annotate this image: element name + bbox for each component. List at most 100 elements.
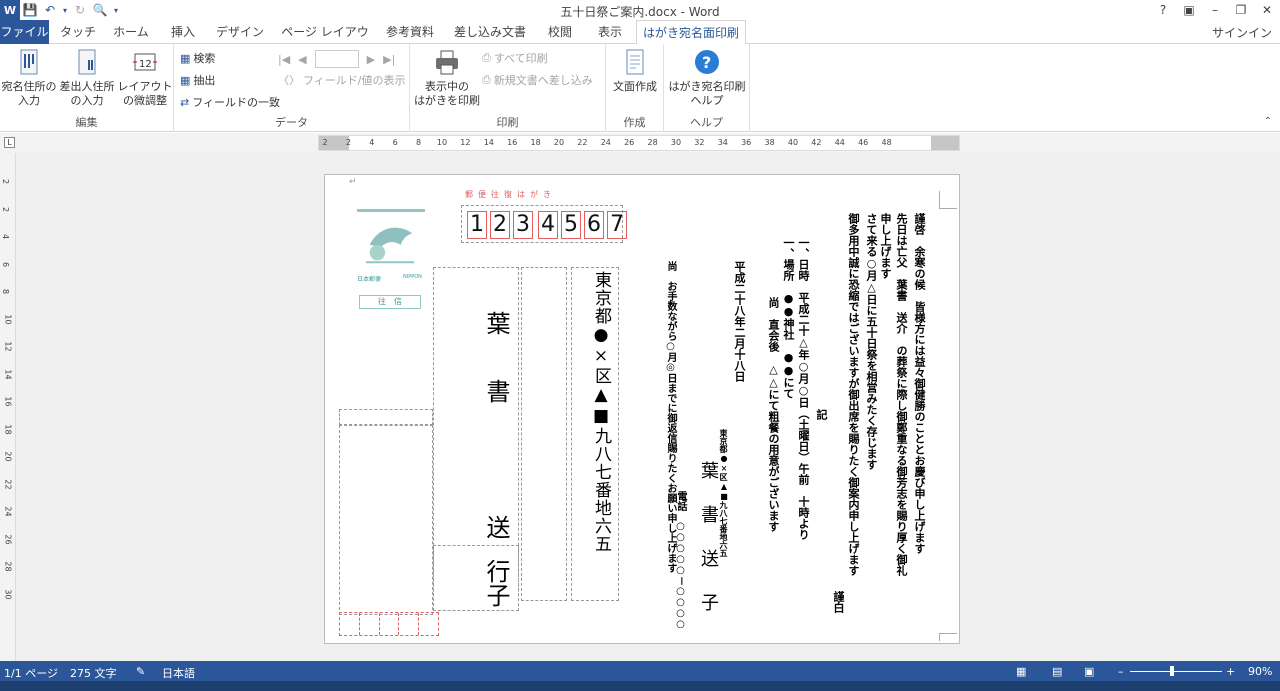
print-shown-label: 表示中の はがきを印刷 bbox=[414, 80, 480, 107]
ribbon-tabs: ファイル タッチ ホーム 挿入 デザイン ページ レイアウト 参考資料 差し込み… bbox=[0, 20, 1280, 63]
tab-design[interactable]: デザイン bbox=[212, 20, 268, 44]
sender-input-button[interactable]: 差出人住所 の入力 bbox=[58, 48, 116, 108]
print-all-button[interactable]: ⎙ すべて印刷 bbox=[482, 50, 548, 66]
vertical-ruler[interactable]: 2 2 4 6 8 10 12 14 16 18 20 22 24 26 28 30 bbox=[0, 153, 16, 661]
ruler-tick: 30 bbox=[3, 588, 13, 600]
letter-sender-name: 葉 書 送 子 bbox=[698, 461, 719, 615]
signin-link[interactable]: サインイン bbox=[1212, 24, 1272, 41]
web-layout-icon[interactable]: ▣ bbox=[1084, 665, 1094, 678]
postcard-stamp: 日本郵便 NIPPON bbox=[357, 209, 425, 283]
tab-touch[interactable]: タッチ bbox=[58, 20, 98, 44]
tab-page-layout[interactable]: ページ レイアウト bbox=[278, 20, 372, 63]
record-navigation: |◀ ◀ ▶ ▶| bbox=[278, 50, 395, 68]
document-page[interactable]: 日本郵便 NIPPON 往 信 郵便往復はがき 1234567 葉 書 送 子 … bbox=[324, 174, 960, 644]
ribbon-display-options-icon[interactable]: ▣ bbox=[1176, 0, 1202, 20]
search-button[interactable]: ▦ 検索 bbox=[180, 50, 215, 66]
create-text-button[interactable]: 文面作成 bbox=[606, 48, 664, 94]
word-count[interactable]: 275 文字 bbox=[70, 665, 117, 681]
sender-frame bbox=[339, 425, 433, 615]
ruler-tick: 24 bbox=[600, 138, 611, 147]
tab-postcard-print[interactable]: はがき宛名面印刷 bbox=[636, 20, 746, 45]
tab-selector[interactable]: L bbox=[4, 137, 15, 148]
ruler-right-margin bbox=[931, 136, 959, 150]
letter-col-3: 申し上げます bbox=[879, 213, 892, 279]
ruler-tick: 2 bbox=[1, 206, 11, 212]
group-print: 表示中の はがきを印刷 ⎙ すべて印刷 ⎙ 新規文書へ差し込み 印刷 bbox=[410, 44, 606, 132]
tab-mailings[interactable]: 差し込み文書 bbox=[450, 20, 530, 44]
ruler-tick: 46 bbox=[858, 138, 869, 147]
taskbar bbox=[0, 681, 1280, 691]
zoom-slider[interactable] bbox=[1130, 666, 1222, 676]
language[interactable]: 日本語 bbox=[162, 665, 195, 681]
minimize-icon[interactable]: – bbox=[1202, 0, 1228, 20]
print-all-icon: ⎙ bbox=[482, 51, 491, 64]
ruler-tick: 22 bbox=[3, 478, 13, 490]
letter-item-3: 尚 直会後 △△にて粗餐の用意がございます bbox=[767, 297, 780, 532]
group-help-label: ヘルプ bbox=[690, 116, 723, 129]
postal-digit-box: 2 bbox=[490, 211, 510, 239]
layout-adjust-button[interactable]: 12 レイアウト の微調整 bbox=[116, 48, 174, 108]
tab-view[interactable]: 表示 bbox=[590, 20, 630, 44]
ruler-tick: 12 bbox=[3, 341, 13, 352]
print-layout-icon[interactable]: ▤ bbox=[1052, 665, 1062, 678]
group-print-label: 印刷 bbox=[496, 116, 519, 129]
postal-digit-box: 1 bbox=[467, 211, 487, 239]
read-mode-icon[interactable]: ▦ bbox=[1016, 665, 1026, 678]
last-record-icon[interactable]: ▶| bbox=[383, 53, 395, 66]
help-icon[interactable]: ? bbox=[1150, 0, 1176, 20]
group-data-label: データ bbox=[275, 116, 308, 129]
horizontal-ruler[interactable]: 2 2 4 6 8 10 12 14 16 18 20 22 24 26 28 30 32 34 36 38 40 42 4… bbox=[318, 135, 960, 151]
letter-col-2: 先日は亡父 葉書 送介 の葬祭に際し御鄭重なる御芳志を賜り厚く御礼 bbox=[895, 213, 908, 576]
tab-insert[interactable]: 挿入 bbox=[164, 20, 202, 44]
postcard-help-button[interactable]: ? はがき宛名印刷 ヘルプ bbox=[664, 48, 750, 108]
ruler-tick: 38 bbox=[764, 138, 775, 147]
merge-doc-icon: ⎙ bbox=[482, 73, 491, 86]
first-record-icon[interactable]: |◀ bbox=[278, 53, 290, 66]
print-shown-button[interactable]: 表示中の はがきを印刷 bbox=[412, 48, 482, 108]
zoom-in-icon[interactable]: + bbox=[1226, 665, 1235, 678]
field-match-label: フィールドの一致 bbox=[192, 96, 280, 109]
collapse-ribbon-icon[interactable]: ⌃ bbox=[1264, 116, 1272, 127]
zoom-out-icon[interactable]: – bbox=[1118, 665, 1124, 678]
record-number-input[interactable] bbox=[314, 50, 359, 68]
tab-file[interactable]: ファイル bbox=[0, 20, 49, 44]
close-icon[interactable]: ✕ bbox=[1254, 0, 1280, 20]
zoom-level[interactable]: 90% bbox=[1248, 665, 1272, 678]
page-count[interactable]: 1/1 ページ bbox=[4, 665, 58, 681]
extract-button[interactable]: ▦ 抽出 bbox=[180, 72, 215, 88]
zoom-slider-thumb[interactable] bbox=[1170, 666, 1174, 676]
page-corner-mark bbox=[939, 191, 957, 209]
addr-input-label: 宛名住所の 入力 bbox=[1, 80, 57, 107]
ruler-tick: 12 bbox=[460, 138, 471, 147]
ruler-tick: 48 bbox=[881, 138, 892, 147]
addr-input-button[interactable]: 宛名住所の 入力 bbox=[0, 48, 58, 108]
group-data: ▦ 検索 ▦ 抽出 ⇄ フィールドの一致 |◀ ◀ ▶ ▶| 〈〉 フィールド/値の表示… bbox=[174, 44, 410, 132]
search-label: 検索 bbox=[193, 52, 216, 65]
letter-date: 平成二十八年二月十八日 bbox=[733, 261, 746, 382]
postal-digit-box: 7 bbox=[607, 211, 627, 239]
stamp-brand: 日本郵便 bbox=[357, 276, 382, 283]
tab-references[interactable]: 参考資料 bbox=[380, 20, 440, 44]
paragraph-mark: ↵ bbox=[349, 177, 357, 187]
prev-record-icon[interactable]: ◀ bbox=[298, 53, 306, 66]
abc-field-icon: 〈〉 bbox=[278, 74, 300, 87]
restore-icon[interactable]: ❐ bbox=[1228, 0, 1254, 20]
document-icon bbox=[626, 49, 644, 75]
field-match-button[interactable]: ⇄ フィールドの一致 bbox=[180, 94, 280, 110]
letter-item-2: 一、場所 ●●神社 ●●にて bbox=[782, 237, 795, 399]
merge-new-doc-button[interactable]: ⎙ 新規文書へ差し込み bbox=[482, 72, 593, 88]
postal-digit-box: 6 bbox=[584, 211, 604, 239]
letter-item-1: 一、日時 平成二十△年○月○日（土曜日）午前 十時より bbox=[797, 237, 810, 540]
ruler-tick: 28 bbox=[3, 561, 13, 572]
ruler-tick: 18 bbox=[3, 423, 13, 435]
ruler-tick: 22 bbox=[577, 138, 588, 147]
tab-home[interactable]: ホーム bbox=[108, 20, 154, 44]
group-create: 文面作成 作成 bbox=[606, 44, 664, 132]
next-record-icon[interactable]: ▶ bbox=[367, 53, 375, 66]
tab-review[interactable]: 校閲 bbox=[540, 20, 580, 44]
proofing-icon[interactable]: ✎ bbox=[136, 665, 145, 678]
field-value-display-button[interactable]: 〈〉 フィールド/値の表示 bbox=[278, 72, 406, 88]
dolphin-stamp-icon bbox=[365, 227, 415, 264]
ruler-tick: 10 bbox=[436, 138, 448, 147]
create-text-label: 文面作成 bbox=[613, 80, 657, 93]
